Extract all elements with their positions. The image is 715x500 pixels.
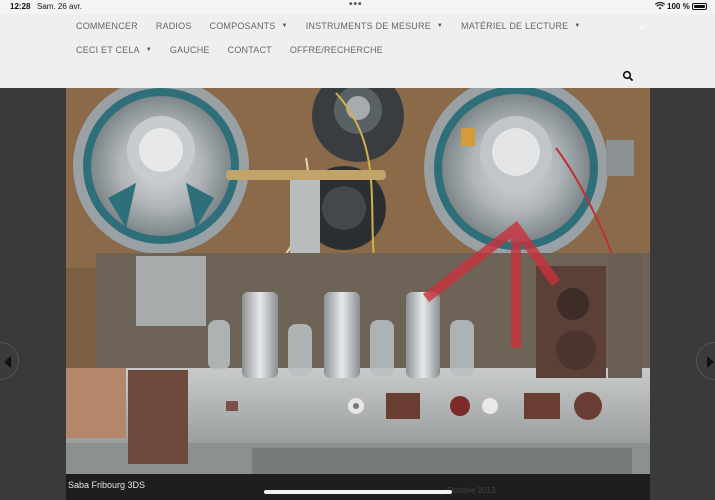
nav-label: COMMENCER xyxy=(76,21,138,31)
chevron-down-icon: ▼ xyxy=(281,23,288,29)
status-bar: 12:28 Sam. 26 avr. ••• 100 % xyxy=(0,0,715,14)
chevron-right-icon xyxy=(707,356,714,368)
chevron-down-icon: ▼ xyxy=(145,47,152,53)
nav-item-materiel[interactable]: MATÉRIEL DE LECTURE ▼ xyxy=(461,21,580,31)
background-date-text: Octobre 2013 xyxy=(447,486,496,495)
next-image-button[interactable] xyxy=(696,342,715,380)
site-header: COMMENCER RADIOS COMPOSANTS ▼ INSTRUMENT… xyxy=(0,14,715,88)
lightbox-backdrop[interactable] xyxy=(0,88,66,500)
multitask-dots[interactable]: ••• xyxy=(349,0,363,10)
nav-item-composants[interactable]: COMPOSANTS ▼ xyxy=(210,21,288,31)
nav-label: INSTRUMENTS DE MESURE xyxy=(305,21,431,31)
image-caption: Saba Fribourg 3DS xyxy=(66,474,650,500)
battery-icon xyxy=(692,3,707,10)
status-time: 12:28 xyxy=(10,2,31,11)
nav-label: RADIOS xyxy=(155,21,192,31)
nav-label: OFFRE/RECHERCHE xyxy=(289,45,383,55)
nav-item-commencer[interactable]: COMMENCER xyxy=(76,21,138,31)
main-nav-row-1: COMMENCER RADIOS COMPOSANTS ▼ INSTRUMENT… xyxy=(76,21,599,31)
battery-level: 100 % xyxy=(667,2,690,11)
nav-label: MATÉRIEL DE LECTURE xyxy=(461,21,569,31)
nav-item-gauche[interactable]: GAUCHE xyxy=(170,45,210,55)
radio-chassis-photo xyxy=(66,88,650,474)
nav-item-offre[interactable]: OFFRE/RECHERCHE xyxy=(290,45,383,55)
nav-label: GAUCHE xyxy=(169,45,210,55)
wifi-icon xyxy=(654,2,666,12)
nav-item-radios[interactable]: RADIOS xyxy=(156,21,192,31)
nav-item-ceci-et-cela[interactable]: CECI ET CELA ▼ xyxy=(76,45,152,55)
nav-label: COMPOSANTS xyxy=(209,21,276,31)
chevron-down-icon: ▼ xyxy=(436,23,444,29)
lightbox-image xyxy=(66,88,650,474)
chevron-down-icon: ▼ xyxy=(574,23,581,29)
nav-label: CECI ET CELA xyxy=(76,45,140,55)
home-indicator[interactable] xyxy=(264,490,452,494)
main-nav-row-2: CECI ET CELA ▼ GAUCHE CONTACT OFFRE/RECH… xyxy=(76,45,401,55)
chevron-left-icon xyxy=(4,356,11,368)
status-date: Sam. 26 avr. xyxy=(37,2,82,11)
search-icon[interactable] xyxy=(622,69,634,82)
lightbox-close-icon[interactable]: × xyxy=(639,22,645,34)
caption-text: Saba Fribourg 3DS xyxy=(68,480,146,490)
nav-item-instruments[interactable]: INSTRUMENTS DE MESURE ▼ xyxy=(306,21,443,31)
nav-item-contact[interactable]: CONTACT xyxy=(228,45,272,55)
nav-label: CONTACT xyxy=(227,45,272,55)
